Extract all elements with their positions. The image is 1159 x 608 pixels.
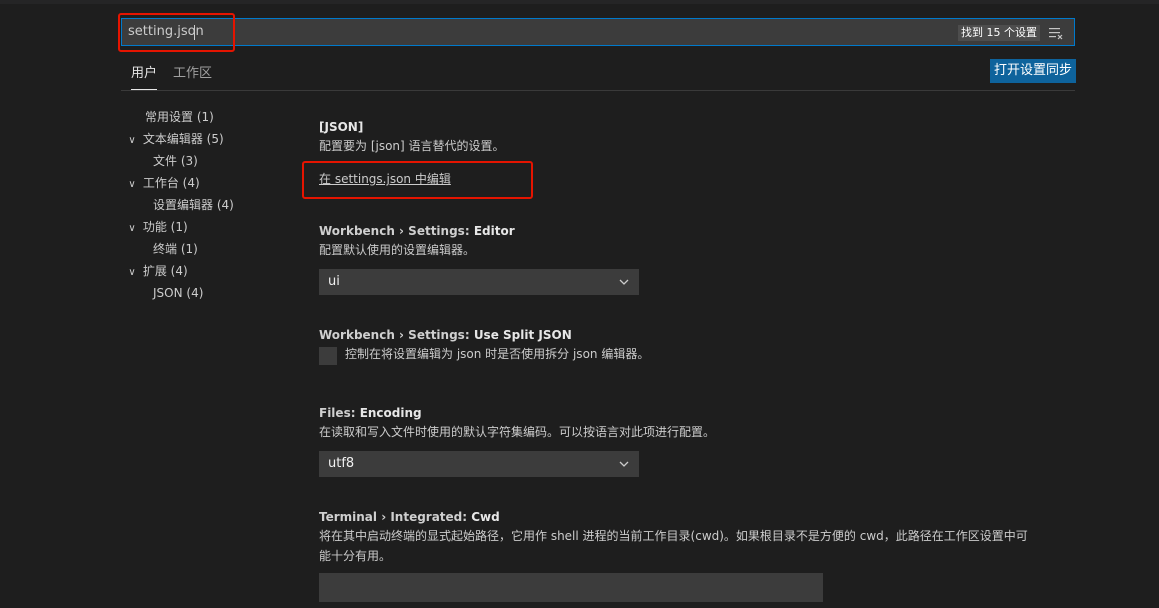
toc-item-settings-editor[interactable]: 设置编辑器 (4) bbox=[153, 194, 234, 216]
setting-workbench-editor: Workbench › Settings: Editor 配置默认使用的设置编辑… bbox=[319, 222, 515, 260]
select-value: utf8 bbox=[328, 456, 355, 471]
setting-use-split-json: Workbench › Settings: Use Split JSON bbox=[319, 326, 572, 344]
toc-item-label: 扩展 (4) bbox=[142, 264, 188, 278]
toc-item-json[interactable]: JSON (4) bbox=[153, 282, 203, 304]
setting-title: Workbench › Settings: Use Split JSON bbox=[319, 326, 572, 344]
chevron-down-icon: ∨ bbox=[128, 267, 136, 278]
encoding-select[interactable]: utf8 bbox=[319, 451, 639, 477]
cwd-text-input[interactable] bbox=[319, 573, 823, 602]
setting-category: Workbench › Settings: bbox=[319, 328, 474, 342]
setting-category: Terminal › Integrated: bbox=[319, 510, 472, 524]
toc-item-label: 终端 (1) bbox=[153, 242, 198, 256]
toc-item-label: 设置编辑器 (4) bbox=[153, 198, 234, 212]
setting-category: Files: bbox=[319, 406, 360, 420]
chevron-down-icon bbox=[619, 461, 629, 467]
setting-description: 将在其中启动终端的显式起始路径，它用作 shell 进程的当前工作目录(cwd)… bbox=[319, 529, 1028, 543]
setting-name: Encoding bbox=[359, 406, 422, 420]
select-value: ui bbox=[328, 274, 340, 289]
toc-item-features[interactable]: ∨ 功能 (1) bbox=[125, 216, 188, 238]
chevron-down-icon: ∨ bbox=[128, 179, 136, 190]
setting-description: 配置要为 [json] 语言替代的设置。 bbox=[319, 139, 505, 153]
setting-title: [JSON] bbox=[319, 120, 364, 134]
setting-title: Terminal › Integrated: Cwd bbox=[319, 508, 1028, 526]
setting-description: 配置默认使用的设置编辑器。 bbox=[319, 243, 476, 257]
link-highlight-box bbox=[302, 161, 533, 199]
toc-item-label: 常用设置 (1) bbox=[145, 110, 214, 124]
setting-title: Files: Encoding bbox=[319, 404, 715, 422]
tab-workspace[interactable]: 工作区 bbox=[173, 63, 212, 89]
use-split-json-checkbox[interactable] bbox=[319, 347, 337, 365]
setting-files-encoding: Files: Encoding 在读取和写入文件时使用的默认字符集编码。可以按语… bbox=[319, 404, 715, 442]
toc-item-files[interactable]: 文件 (3) bbox=[153, 150, 198, 172]
tabs-divider bbox=[121, 90, 1075, 91]
toc-item-label: 功能 (1) bbox=[142, 220, 188, 234]
results-count-badge: 找到 15 个设置 bbox=[958, 25, 1040, 41]
toc-item-terminal[interactable]: 终端 (1) bbox=[153, 238, 198, 260]
chevron-down-icon: ∨ bbox=[128, 223, 136, 234]
toc-item-text-editor[interactable]: ∨ 文本编辑器 (5) bbox=[125, 128, 224, 150]
setting-name: Use Split JSON bbox=[473, 328, 572, 342]
toc-item-extensions[interactable]: ∨ 扩展 (4) bbox=[125, 260, 188, 282]
toc-item-common[interactable]: 常用设置 (1) bbox=[145, 106, 214, 128]
setting-name: Editor bbox=[473, 224, 515, 238]
setting-category: Workbench › Settings: bbox=[319, 224, 474, 238]
setting-terminal-cwd: Terminal › Integrated: Cwd 将在其中启动终端的显式起始… bbox=[319, 508, 1028, 566]
clear-search-icon[interactable] bbox=[1048, 25, 1064, 41]
toc-item-label: 工作台 (4) bbox=[142, 176, 200, 190]
chevron-down-icon bbox=[619, 279, 629, 285]
setting-description: 在读取和写入文件时使用的默认字符集编码。可以按语言对此项进行配置。 bbox=[319, 425, 716, 439]
setting-title: Workbench › Settings: Editor bbox=[319, 222, 515, 240]
setting-description-continued: 能十分有用。 bbox=[319, 549, 392, 563]
toc-item-workbench[interactable]: ∨ 工作台 (4) bbox=[125, 172, 200, 194]
settings-search-box[interactable]: 找到 15 个设置 bbox=[121, 18, 1075, 46]
toc-item-label: 文件 (3) bbox=[153, 154, 198, 168]
tab-user[interactable]: 用户 bbox=[131, 63, 158, 90]
editor-type-select[interactable]: ui bbox=[319, 269, 639, 295]
setting-description: 控制在将设置编辑为 json 时是否使用拆分 json 编辑器。 bbox=[345, 347, 650, 361]
open-settings-sync-button[interactable]: 打开设置同步 bbox=[990, 59, 1076, 83]
top-strip bbox=[0, 0, 1159, 4]
toc-item-label: JSON (4) bbox=[153, 286, 204, 300]
chevron-down-icon: ∨ bbox=[128, 135, 136, 146]
search-highlight-box bbox=[118, 13, 235, 52]
toc-item-label: 文本编辑器 (5) bbox=[142, 132, 224, 146]
setting-name: Cwd bbox=[471, 510, 500, 524]
